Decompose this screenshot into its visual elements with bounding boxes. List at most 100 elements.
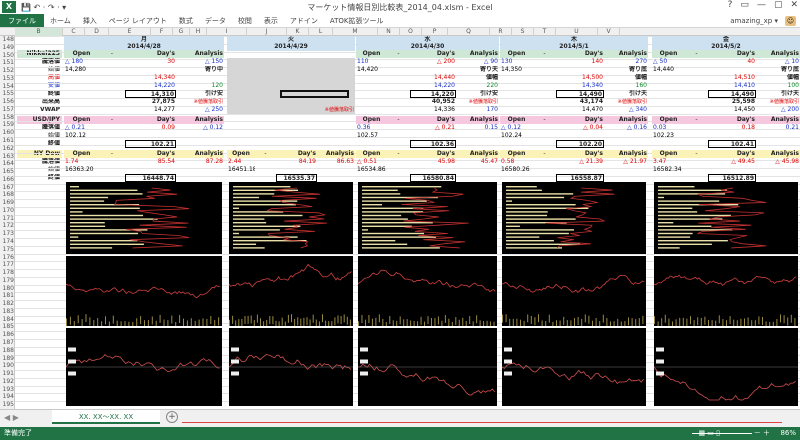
active-cell-selection[interactable] <box>280 90 349 98</box>
intraday-chart[interactable] <box>358 256 497 326</box>
row-header[interactable]: 194 <box>0 393 15 401</box>
label-fx-diff[interactable]: 騰落値 <box>17 124 62 132</box>
row-header[interactable]: 184 <box>0 316 15 324</box>
column-header[interactable]: O <box>400 28 422 36</box>
nk-low-value[interactable]: 14,220 <box>125 82 176 90</box>
row-header[interactable]: 174 <box>0 238 15 246</box>
row-header[interactable]: 150 <box>0 52 15 60</box>
column-header[interactable]: Q <box>448 28 490 36</box>
intraday-chart[interactable] <box>229 256 353 326</box>
row-header[interactable]: 159 <box>0 121 15 129</box>
nk-diff-open[interactable]: 110 <box>356 58 387 66</box>
nk-low-diff[interactable]: 160 <box>604 82 648 90</box>
row-header[interactable]: 158 <box>0 114 15 122</box>
column-header[interactable]: R <box>490 28 512 36</box>
dow-close-value[interactable]: 16580.84 <box>410 174 456 182</box>
profile-chart[interactable] <box>654 182 798 254</box>
tab-view[interactable]: 表示 <box>258 14 284 27</box>
nk-high-value[interactable]: 14,500 <box>556 74 604 82</box>
profile-chart[interactable] <box>66 182 222 254</box>
fx-diff-days[interactable]: △ 0.04 <box>556 124 604 132</box>
row-header[interactable]: 189 <box>0 355 15 363</box>
nk-open-note[interactable]: 寄り底 <box>604 66 648 74</box>
row-header[interactable]: 151 <box>0 59 15 67</box>
profile-chart[interactable] <box>358 182 497 254</box>
row-header[interactable]: 181 <box>0 292 15 300</box>
nk-open-value[interactable]: 14,420 <box>356 66 387 74</box>
row-header[interactable]: 164 <box>0 160 15 168</box>
nk-high-value[interactable]: 14,510 <box>708 74 756 82</box>
tab-atok[interactable]: ATOK拡張ツール <box>324 14 390 27</box>
dow-diff-open[interactable]: 0.58 <box>500 158 533 166</box>
nk-volume-value[interactable]: 43,174 <box>556 98 604 106</box>
minimize-icon[interactable]: — <box>757 0 766 10</box>
row-header[interactable]: 176 <box>0 254 15 262</box>
profile-chart[interactable] <box>229 182 353 254</box>
fx-diff-days[interactable]: 0.09 <box>125 124 176 132</box>
dow-close-value[interactable]: 16558.87 <box>556 174 604 182</box>
row-header[interactable]: 163 <box>0 153 15 161</box>
row-header[interactable]: 166 <box>0 176 15 184</box>
column-header[interactable]: B <box>15 28 63 36</box>
nk-diff-open[interactable]: 130 <box>500 58 533 66</box>
dow-diff-days[interactable]: △ 49.45 <box>708 158 756 166</box>
column-header[interactable]: T <box>534 28 556 36</box>
column-header[interactable]: I <box>207 28 247 36</box>
row-header[interactable]: 195 <box>0 401 15 409</box>
nk-vwap-value[interactable]: 14,336 <box>410 106 456 114</box>
zoom-slider[interactable] <box>692 433 752 434</box>
excel-app-icon[interactable]: X <box>2 1 16 13</box>
row-header[interactable]: 173 <box>0 230 15 238</box>
tab-file[interactable]: ファイル <box>0 14 44 27</box>
row-header[interactable]: 148 <box>0 36 15 44</box>
dow-diff-days[interactable]: 45.98 <box>410 158 456 166</box>
nk-high-note[interactable]: 値幅 <box>456 74 499 82</box>
help-icon[interactable]: ? <box>728 0 733 10</box>
user-avatar-icon[interactable]: ☺ <box>785 16 796 26</box>
column-header[interactable]: N <box>378 28 400 36</box>
nk-diff-days[interactable]: 140 <box>556 58 604 66</box>
nk-diff-analysis[interactable]: 270 <box>604 58 648 66</box>
nk-diff-days[interactable]: 30 <box>125 58 176 66</box>
dow-open-value[interactable]: 16534.86 <box>356 166 387 174</box>
column-header[interactable]: D <box>85 28 109 36</box>
nk-open-note[interactable]: 寄り底 <box>756 66 800 74</box>
dow-close-value[interactable]: 16535.37 <box>276 174 317 182</box>
zoom-level[interactable]: 86% <box>780 427 796 440</box>
dow-diff-open[interactable]: 2.44 <box>227 158 255 166</box>
intraday-chart[interactable] <box>654 256 798 326</box>
row-header[interactable]: 186 <box>0 331 15 339</box>
nk-high-note[interactable]: 値幅 <box>756 74 800 82</box>
dow-diff-analysis[interactable]: △ 21.97 <box>604 158 648 166</box>
ribbon-display-icon[interactable]: ▭ <box>740 0 749 10</box>
row-header[interactable]: 157 <box>0 106 15 114</box>
nk-close-note[interactable]: 引け天 <box>756 90 800 98</box>
nk-volume-value[interactable]: 25,598 <box>708 98 756 106</box>
fx-diff-open[interactable]: △ 0.21 <box>64 124 99 132</box>
nk-close-value[interactable]: 14,490 <box>556 90 604 98</box>
indicator-chart[interactable] <box>66 328 222 406</box>
indicator-chart[interactable] <box>229 328 353 406</box>
row-header[interactable]: 179 <box>0 277 15 285</box>
indicator-chart[interactable] <box>654 328 798 406</box>
fx-diff-days[interactable]: △ 0.21 <box>410 124 456 132</box>
tab-insert[interactable]: 挿入 <box>77 14 103 27</box>
fx-diff-open[interactable]: 0.36 <box>356 124 387 132</box>
indicator-chart[interactable] <box>502 328 646 406</box>
nk-diff-days[interactable]: 40 <box>708 58 756 66</box>
dow-diff-analysis[interactable]: △ 45.98 <box>756 158 800 166</box>
dow-open-value[interactable]: 16580.26 <box>500 166 533 174</box>
row-header[interactable]: 152 <box>0 67 15 75</box>
row-header[interactable]: 177 <box>0 261 15 269</box>
label-usdjpy[interactable]: USD/JPY <box>17 116 62 124</box>
column-header[interactable]: J <box>247 28 287 36</box>
close-icon[interactable]: ✕ <box>790 0 798 10</box>
dow-close-value[interactable]: 16448.74 <box>125 174 176 182</box>
dow-diff-days[interactable]: 84.19 <box>276 158 317 166</box>
nk-vwap-value[interactable]: 14,450 <box>708 106 756 114</box>
column-header[interactable]: E <box>109 28 151 36</box>
row-header[interactable]: 149 <box>0 44 15 52</box>
row-header[interactable]: 187 <box>0 339 15 347</box>
row-header[interactable]: 182 <box>0 300 15 308</box>
fx-open-value[interactable]: 102.23 <box>652 132 685 140</box>
